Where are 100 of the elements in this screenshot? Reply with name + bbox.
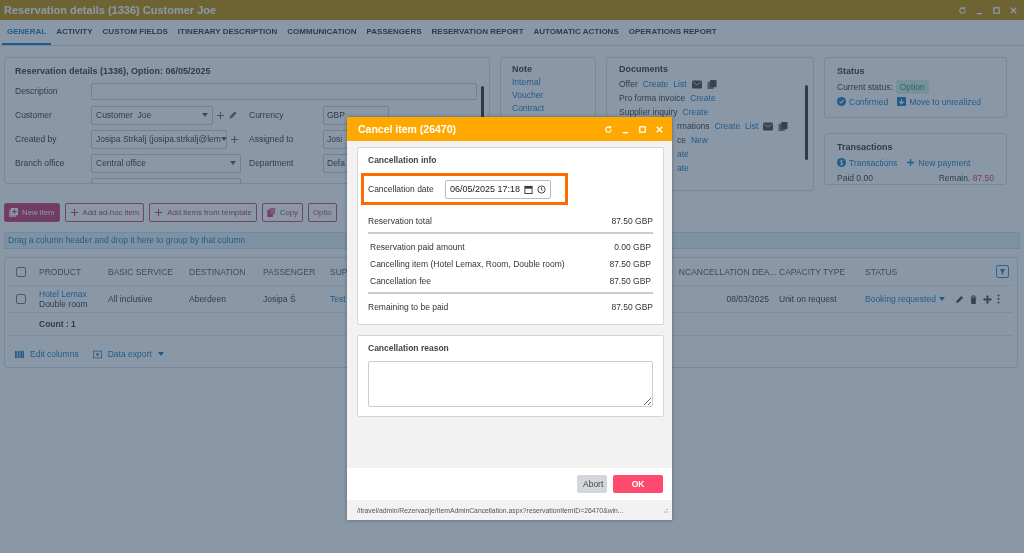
document-link[interactable]: Create (682, 107, 709, 117)
transaction-link[interactable]: Transactions (849, 157, 898, 168)
field-label: Cancellation date (368, 184, 435, 194)
note-link[interactable]: Voucher (512, 90, 584, 100)
documents-icon[interactable] (778, 121, 789, 131)
footer-button[interactable]: Data export (92, 349, 164, 359)
clock-icon[interactable] (537, 184, 547, 194)
close-icon[interactable] (655, 124, 664, 134)
document-label: Offer (619, 79, 638, 89)
document-link[interactable]: Create (642, 79, 669, 89)
tab[interactable]: RESERVATION REPORT (426, 20, 529, 45)
checkbox[interactable] (16, 266, 26, 277)
table-cell-text: All inclusive (108, 294, 154, 304)
window-title: Reservation details (1336) Customer Joe (4, 4, 217, 16)
status-action-link[interactable]: Move to unrealized (909, 96, 982, 107)
tab[interactable]: PASSENGERS (361, 20, 427, 45)
caret-icon (220, 137, 226, 141)
table-cell-text: Aberdeen (189, 294, 227, 304)
move-icon[interactable] (897, 97, 907, 106)
field-label: Currency (249, 110, 285, 120)
documents-icon[interactable] (706, 79, 717, 89)
document-link[interactable]: Create (690, 93, 716, 103)
move-arrows-icon[interactable] (983, 294, 992, 304)
product-link[interactable]: Hotel Lemax (39, 289, 108, 299)
maximize-icon[interactable] (992, 5, 1001, 15)
status-dropdown[interactable]: Booking requested (865, 294, 949, 304)
plus-icon[interactable] (230, 134, 239, 144)
refresh-icon[interactable] (958, 5, 967, 15)
dialog-button[interactable]: OK (613, 475, 663, 493)
document-label: rmations (677, 121, 710, 131)
resize-grip-icon[interactable] (662, 507, 668, 513)
panel-title: Note (512, 64, 533, 74)
column-header[interactable]: BASIC SERVICE (108, 266, 189, 277)
document-link[interactable]: List (673, 79, 687, 89)
caret-icon (202, 113, 208, 117)
refresh-icon[interactable] (604, 124, 613, 134)
checkbox[interactable] (16, 294, 26, 304)
amount-value: 87.50 GBP (611, 215, 653, 226)
plus-icon (69, 208, 79, 217)
filter-icon[interactable] (996, 265, 1009, 278)
document-label: ce (677, 135, 686, 145)
date-field[interactable]: 06/05/2025 17:18 (445, 179, 552, 199)
note-link[interactable]: Contract (512, 103, 584, 113)
check-circle-icon[interactable] (837, 97, 846, 106)
document-link[interactable]: ate (677, 163, 689, 173)
dialog-button[interactable]: Abort (577, 475, 607, 493)
trash-icon[interactable] (969, 294, 978, 304)
column-header[interactable]: DESTINATION (189, 266, 263, 277)
document-link[interactable]: ate (677, 149, 689, 159)
amount-label: Cancelling item (Hotel Lemax, Room, Double room) (370, 258, 565, 269)
pencil-icon[interactable] (228, 110, 237, 120)
select-field[interactable]: Central office (91, 153, 241, 173)
document-link[interactable]: List (745, 121, 759, 131)
column-header[interactable]: PRODUCT (39, 266, 108, 277)
note-link[interactable]: Internal (512, 77, 584, 87)
tab[interactable]: COMMUNICATION (282, 20, 362, 45)
dollar-icon[interactable] (837, 158, 846, 167)
transaction-link[interactable]: New payment (918, 157, 971, 168)
mail-icon[interactable] (691, 79, 702, 89)
row-count: Count : 1 (39, 319, 77, 329)
tab[interactable]: CUSTOM FIELDS (97, 20, 173, 45)
reason-field[interactable] (368, 361, 653, 407)
status-action-link[interactable]: Confirmed (849, 96, 889, 107)
tab[interactable]: OPERATIONS REPORT (623, 20, 722, 45)
footer-button[interactable]: Edit columns (15, 349, 79, 359)
table-cell-text: Josipa Š (263, 294, 297, 304)
plus-icon[interactable] (906, 158, 916, 167)
select-field[interactable]: Josipa Strkalj (josipa.strkalj@lem (91, 129, 227, 149)
close-icon[interactable] (1009, 5, 1018, 15)
column-header[interactable]: N (678, 266, 685, 277)
maximize-icon[interactable] (638, 124, 647, 134)
amount-label: Cancellation fee (370, 275, 431, 286)
amount-value: 87.50 GBP (611, 301, 653, 312)
calendar-icon[interactable] (524, 184, 534, 194)
pencil-icon[interactable] (955, 294, 964, 304)
tab[interactable]: GENERAL (2, 20, 52, 45)
document-link[interactable]: Create (714, 121, 741, 131)
panel-title: Status (837, 66, 866, 76)
select-field[interactable]: Customer Joe (91, 105, 213, 125)
mail-icon[interactable] (763, 121, 774, 131)
caret-icon (157, 352, 164, 356)
column-header[interactable]: PASSENGER (263, 266, 330, 277)
tab[interactable]: AUTOMATIC ACTIONS (528, 20, 624, 45)
more-icon[interactable] (997, 294, 1000, 304)
amount-value: 87.50 GBP (609, 275, 651, 286)
plus-icon (154, 208, 164, 217)
column-header[interactable]: CANCELLATION DEA... (685, 266, 779, 277)
column-header[interactable]: CAPACITY TYPE (779, 266, 865, 277)
scrollbar[interactable] (805, 85, 808, 160)
supplier-link[interactable]: Test (330, 294, 346, 304)
panel-title: Reservation details (1336), Option: 06/05/2025 (15, 66, 212, 76)
tab[interactable]: ACTIVITY (51, 20, 98, 45)
document-link[interactable]: New (691, 135, 708, 145)
column-header[interactable]: STATUS (865, 266, 949, 277)
field-label: Created by (15, 134, 58, 144)
plus-icon[interactable] (216, 110, 225, 120)
field-label: Assigned to (249, 134, 295, 144)
status-label: Current status: (837, 81, 893, 92)
document-label: Pro forma invoice (619, 93, 686, 103)
tab[interactable]: ITINERARY DESCRIPTION (172, 20, 283, 45)
